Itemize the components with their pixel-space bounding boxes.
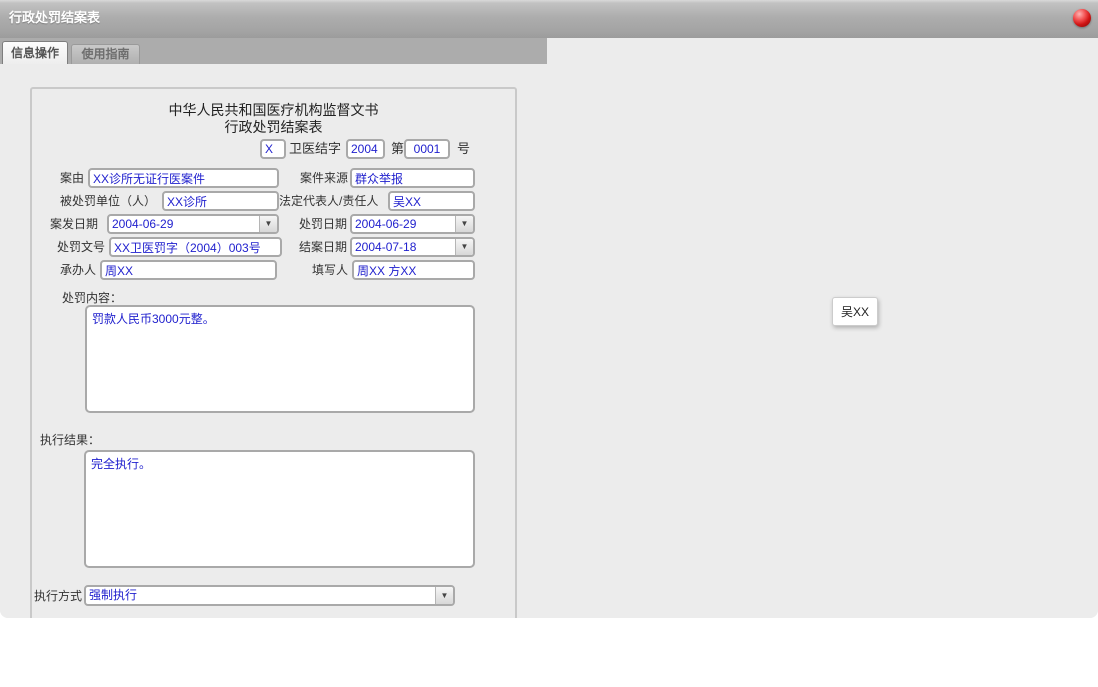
filler-label: 填写人 bbox=[312, 263, 349, 277]
penalty-doc-no-label: 处罚文号 bbox=[57, 240, 106, 254]
value-tooltip-text: 吴XX bbox=[841, 305, 870, 319]
case-date-select[interactable]: 2004-06-29 ▼ bbox=[107, 214, 279, 234]
tab-user-guide-label: 使用指南 bbox=[81, 47, 130, 61]
dropdown-arrow-icon[interactable]: ▼ bbox=[435, 587, 453, 604]
form-header-line2: 行政处罚结案表 bbox=[224, 119, 323, 135]
dropdown-arrow-icon[interactable]: ▼ bbox=[455, 216, 473, 232]
doc-hao-label: 号 bbox=[457, 141, 471, 156]
window-title: 行政处罚结案表 bbox=[9, 10, 101, 25]
exec-result-label: 执行结果： bbox=[40, 433, 101, 447]
close-date-select[interactable]: 2004-07-18 ▼ bbox=[350, 237, 475, 257]
dropdown-arrow-icon[interactable]: ▼ bbox=[259, 216, 277, 232]
dropdown-arrow-glyph: ▼ bbox=[460, 242, 469, 251]
dropdown-arrow-glyph: ▼ bbox=[460, 219, 469, 228]
legal-rep-label: 法定代表人/责任人 bbox=[279, 194, 379, 208]
dropdown-arrow-glyph: ▼ bbox=[264, 219, 273, 228]
exec-method-value: 强制执行 bbox=[89, 588, 138, 602]
exec-method-select[interactable]: 强制执行 ▼ bbox=[84, 585, 455, 606]
tab-user-guide[interactable]: 使用指南 bbox=[71, 44, 140, 64]
handler-input[interactable] bbox=[100, 260, 277, 280]
case-cause-label: 案由 bbox=[60, 171, 85, 185]
handler-label: 承办人 bbox=[60, 263, 97, 277]
exec-result-textarea[interactable]: 完全执行。 bbox=[84, 450, 475, 568]
close-date-label: 结案日期 bbox=[299, 240, 348, 254]
case-cause-input[interactable] bbox=[88, 168, 279, 188]
case-source-label: 案件来源 bbox=[300, 171, 349, 185]
doc-prefix-input[interactable] bbox=[260, 139, 286, 159]
dropdown-arrow-glyph: ▼ bbox=[440, 590, 449, 600]
tab-strip: 信息操作 使用指南 bbox=[0, 38, 547, 65]
doc-year-input[interactable] bbox=[346, 139, 385, 159]
penalty-doc-no-input[interactable] bbox=[109, 237, 282, 257]
legal-rep-input[interactable] bbox=[388, 191, 475, 211]
red-ball-icon[interactable] bbox=[1073, 9, 1091, 27]
doc-serial-input[interactable] bbox=[404, 139, 450, 159]
penalty-content-textarea[interactable]: 罚款人民币3000元整。 bbox=[85, 305, 475, 413]
dropdown-arrow-icon[interactable]: ▼ bbox=[455, 239, 473, 255]
content-area: 中华人民共和国医疗机构监督文书 行政处罚结案表 卫医结字 第 号 案由 案件来源… bbox=[0, 64, 1098, 618]
penalty-date-label: 处罚日期 bbox=[299, 217, 348, 231]
doc-middle-label: 卫医结字 bbox=[289, 141, 342, 156]
punished-unit-label: 被处罚单位（人） bbox=[60, 194, 157, 208]
case-date-label: 案发日期 bbox=[50, 217, 99, 231]
penalty-date-value: 2004-06-29 bbox=[355, 217, 417, 231]
filler-input[interactable] bbox=[352, 260, 475, 280]
value-tooltip: 吴XX bbox=[832, 297, 879, 326]
window-titlebar: 行政处罚结案表 bbox=[0, 0, 1098, 38]
tab-info-operation[interactable]: 信息操作 bbox=[2, 41, 68, 65]
doc-di-label: 第 bbox=[391, 141, 405, 156]
case-source-input[interactable] bbox=[350, 168, 475, 188]
app-window: 行政处罚结案表 信息操作 使用指南 中华人民共和国医疗机构监督文书 行政处罚结案… bbox=[0, 0, 1098, 618]
case-date-value: 2004-06-29 bbox=[112, 217, 174, 231]
penalty-date-select[interactable]: 2004-06-29 ▼ bbox=[350, 214, 475, 234]
close-date-value: 2004-07-18 bbox=[355, 240, 417, 254]
form-panel: 中华人民共和国医疗机构监督文书 行政处罚结案表 卫医结字 第 号 案由 案件来源… bbox=[30, 87, 517, 618]
punished-unit-input[interactable] bbox=[162, 191, 279, 211]
tab-info-operation-label: 信息操作 bbox=[10, 46, 59, 60]
